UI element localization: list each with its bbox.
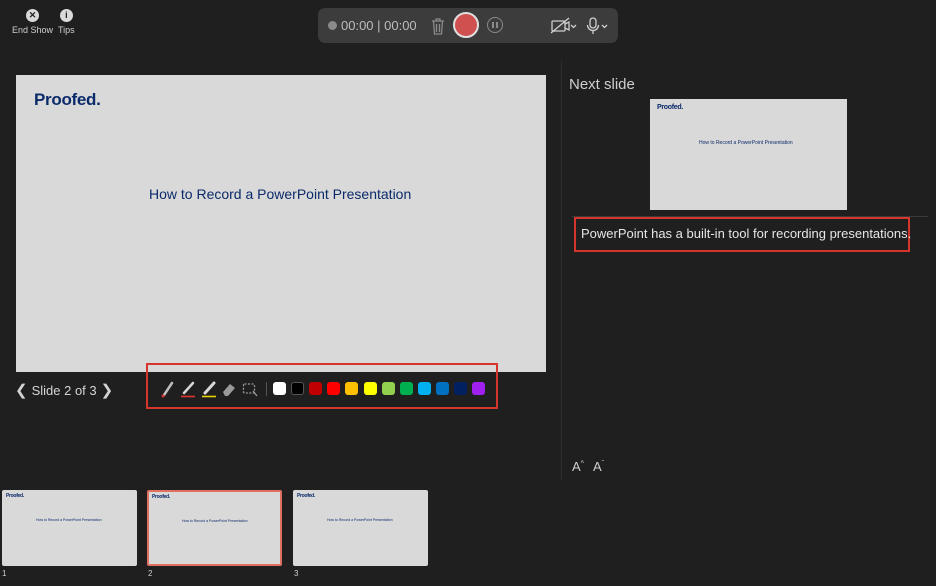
- decrease-font-label: A: [593, 459, 602, 474]
- color-swatch[interactable]: [364, 382, 377, 395]
- trash-icon[interactable]: [430, 17, 446, 35]
- filmstrip-slide-3[interactable]: Proofed. How to Record a PowerPoint Pres…: [293, 490, 428, 566]
- color-swatch[interactable]: [400, 382, 413, 395]
- recording-toolbar: 00:00 | 00:00: [318, 8, 618, 43]
- record-button[interactable]: [453, 12, 479, 38]
- next-slide-title: How to Record a PowerPoint Presentation: [699, 140, 793, 146]
- increase-font-label: A: [572, 459, 581, 474]
- filmstrip-title: How to Record a PowerPoint Presentation: [36, 518, 102, 522]
- color-swatch[interactable]: [472, 382, 485, 395]
- increase-font-button[interactable]: A^: [572, 459, 584, 474]
- camera-off-icon[interactable]: [550, 17, 578, 35]
- color-swatch[interactable]: [309, 382, 322, 395]
- filmstrip-number: 3: [294, 569, 299, 578]
- previous-slide-icon[interactable]: ❮: [15, 381, 28, 399]
- filmstrip-brand: Proofed.: [152, 494, 170, 500]
- info-icon: i: [59, 9, 73, 22]
- filmstrip-title: How to Record a PowerPoint Presentation: [182, 519, 248, 523]
- color-swatch[interactable]: [345, 382, 358, 395]
- next-slide-heading: Next slide: [569, 76, 635, 93]
- color-swatch[interactable]: [273, 382, 286, 395]
- color-swatch[interactable]: [327, 382, 340, 395]
- color-swatch[interactable]: [436, 382, 449, 395]
- recording-status-dot: [328, 21, 337, 30]
- filmstrip-number: 1: [2, 569, 7, 578]
- filmstrip-brand: Proofed.: [297, 493, 315, 499]
- tips-label: Tips: [58, 25, 75, 35]
- pen-icon[interactable]: [180, 380, 196, 398]
- color-swatch[interactable]: [291, 382, 304, 395]
- current-slide: Proofed. How to Record a PowerPoint Pres…: [16, 75, 546, 372]
- laser-pointer-icon[interactable]: [159, 380, 175, 398]
- filmstrip-slide-1[interactable]: Proofed. How to Record a PowerPoint Pres…: [2, 490, 137, 566]
- speaker-notes: PowerPoint has a built-in tool for recor…: [581, 226, 912, 241]
- tips-button[interactable]: i Tips: [58, 9, 75, 35]
- filmstrip-slide-2[interactable]: Proofed. How to Record a PowerPoint Pres…: [147, 490, 282, 566]
- next-slide-icon[interactable]: ❯: [101, 381, 114, 399]
- slide-title: How to Record a PowerPoint Presentation: [149, 186, 412, 202]
- next-slide-brand: Proofed.: [657, 104, 683, 111]
- color-swatch[interactable]: [382, 382, 395, 395]
- end-show-button[interactable]: ✕ End Show: [12, 9, 53, 35]
- next-slide-preview: Proofed. How to Record a PowerPoint Pres…: [650, 99, 847, 210]
- slide-brand-logo: Proofed.: [34, 90, 101, 109]
- filmstrip-number: 2: [148, 569, 153, 578]
- filmstrip-title: How to Record a PowerPoint Presentation: [327, 518, 393, 522]
- close-icon: ✕: [26, 9, 40, 22]
- highlighter-icon[interactable]: [201, 380, 217, 398]
- filmstrip-brand: Proofed.: [6, 493, 24, 499]
- lasso-select-icon[interactable]: [242, 380, 258, 398]
- toolbar-separator: [266, 382, 267, 396]
- color-swatch[interactable]: [454, 382, 467, 395]
- slide-navigation: ❮ Slide 2 of 3 ❯: [15, 381, 113, 399]
- pane-divider: [561, 60, 562, 480]
- recording-timer: 00:00 | 00:00: [341, 18, 417, 33]
- slide-counter: Slide 2 of 3: [31, 382, 97, 398]
- pause-button[interactable]: [487, 17, 503, 33]
- decrease-font-button[interactable]: Aˇ: [593, 459, 604, 474]
- color-swatch[interactable]: [418, 382, 431, 395]
- end-show-label: End Show: [12, 25, 54, 35]
- microphone-icon[interactable]: [585, 16, 611, 36]
- eraser-icon[interactable]: [221, 380, 237, 398]
